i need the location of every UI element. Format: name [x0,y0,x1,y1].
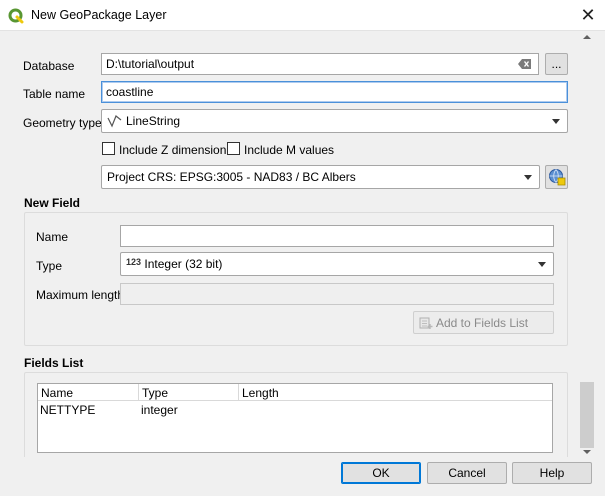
database-field[interactable]: D:\tutorial\output [101,53,539,75]
table-name-value: coastline [106,85,154,99]
close-icon: ✕ [580,5,596,25]
column-header-length[interactable]: Length [239,384,552,401]
scroll-thumb[interactable] [580,382,594,448]
vertical-scrollbar[interactable] [580,32,594,457]
field-type-combo[interactable]: 123 Integer (32 bit) [120,252,554,276]
table-row[interactable]: NETTYPE integer [38,402,552,418]
database-value: D:\tutorial\output [106,57,195,71]
geometry-type-combo[interactable]: LineString [101,109,568,133]
max-length-label: Maximum length [36,288,125,302]
column-header-name[interactable]: Name [38,384,139,401]
field-name-input[interactable] [120,225,554,247]
help-button[interactable]: Help [512,462,592,484]
ok-label: OK [372,466,390,480]
ok-button[interactable]: OK [341,462,421,484]
database-label: Database [23,59,75,73]
include-m-label: Include M values [244,143,335,157]
add-field-icon [419,317,433,329]
crs-select-button[interactable] [545,165,568,189]
table-name-field[interactable]: coastline [101,81,568,103]
linestring-icon [107,115,122,128]
close-button[interactable]: ✕ [571,0,605,31]
crs-combo[interactable]: Project CRS: EPSG:3005 - NAD83 / BC Albe… [101,165,540,189]
dropdown-arrow-icon [524,175,532,180]
field-type-label: Type [36,259,63,273]
fields-table[interactable]: Name Type Length NETTYPE integer [37,383,553,453]
scroll-up-icon[interactable] [583,35,591,39]
clear-text-icon[interactable] [518,58,532,70]
column-header-type[interactable]: Type [139,384,239,401]
browse-label: ... [551,57,562,71]
integer-type-icon: 123 [126,257,142,267]
include-m-checkbox[interactable] [227,142,240,155]
cancel-button[interactable]: Cancel [427,462,507,484]
cell-name: NETTYPE [40,403,96,417]
crs-globe-icon [548,169,565,186]
cell-type: integer [141,403,178,417]
window-title: New GeoPackage Layer [31,8,167,22]
include-z-label: Include Z dimension [119,143,227,157]
new-field-title: New Field [24,196,81,210]
dropdown-arrow-icon [538,262,546,267]
table-name-label: Table name [23,87,86,101]
geometry-type-value: LineString [126,114,181,128]
browse-button[interactable]: ... [545,53,568,75]
field-type-value: Integer (32 bit) [144,257,223,271]
include-z-checkbox[interactable] [102,142,115,155]
add-to-fields-label: Add to Fields List [436,315,529,330]
fields-list-title: Fields List [24,356,84,370]
scroll-down-icon[interactable] [583,450,591,454]
help-label: Help [539,466,565,480]
max-length-input[interactable] [120,283,554,305]
qgis-logo-icon [8,8,24,24]
title-bar: New GeoPackage Layer ✕ [0,0,605,31]
field-name-label: Name [36,230,69,244]
crs-value: Project CRS: EPSG:3005 - NAD83 / BC Albe… [107,170,356,184]
geometry-type-label: Geometry type [23,116,102,130]
add-to-fields-button[interactable]: Add to Fields List [413,311,554,334]
dropdown-arrow-icon [552,119,560,124]
cancel-label: Cancel [448,466,486,480]
